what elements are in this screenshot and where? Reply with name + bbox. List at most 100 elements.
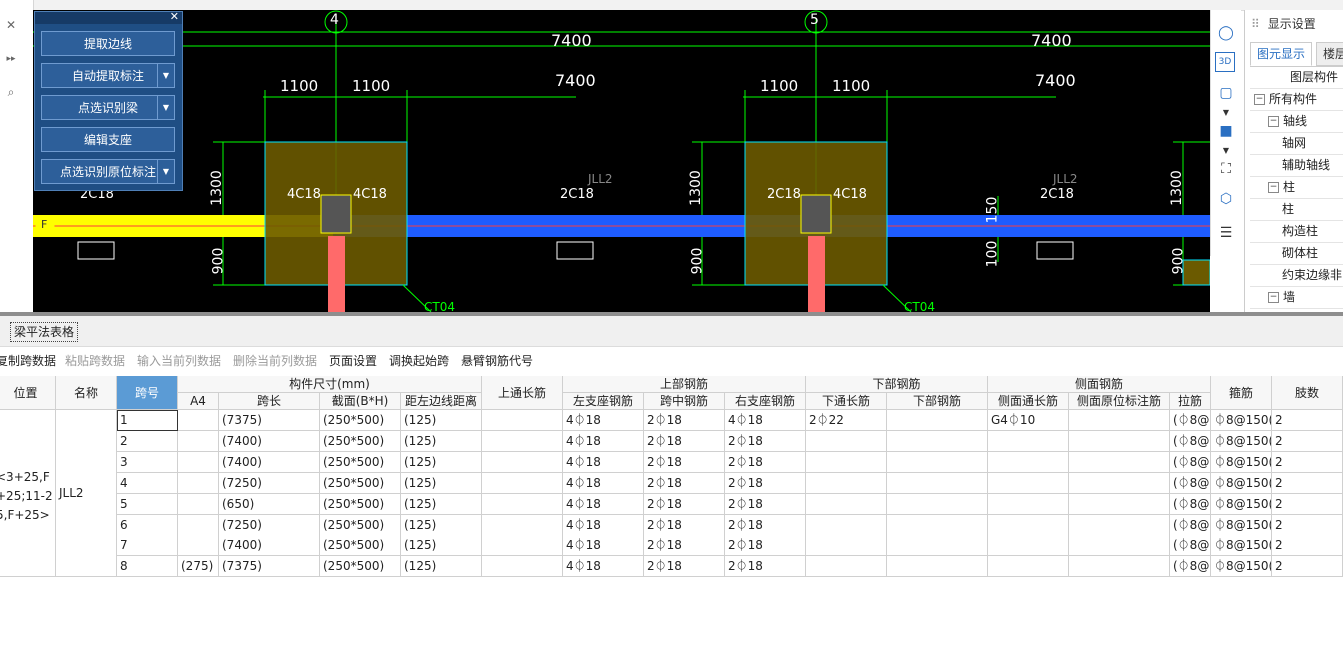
properties-icon[interactable]: ☰ — [1215, 222, 1237, 244]
cell-len[interactable]: (7375) — [219, 556, 320, 578]
cantilever-code-button[interactable]: 悬臂钢筋代号 — [461, 352, 533, 369]
extract-edge-button[interactable]: 提取边线 — [41, 31, 175, 56]
cell-sorig[interactable] — [1069, 556, 1170, 578]
cell-tie[interactable]: (⏀8@( — [1170, 493, 1211, 515]
col-header-name[interactable]: 名称 — [56, 376, 117, 410]
cell-bottom-through[interactable]: 2⏀22 — [806, 410, 887, 431]
col-header-mid-span[interactable]: 跨中钢筋 — [644, 393, 725, 410]
cell-sorig[interactable] — [1069, 430, 1170, 452]
cell-span[interactable]: 1 — [117, 410, 178, 431]
col-header-a4[interactable]: A4 — [178, 393, 219, 410]
collapse-icon[interactable]: − — [1268, 182, 1279, 193]
cell-stirrup[interactable]: ⏀8@150( — [1211, 472, 1272, 494]
col-header-bottom-through[interactable]: 下通长筋 — [806, 393, 887, 410]
cell-side-through[interactable] — [988, 556, 1069, 578]
cell-span[interactable]: 3 — [117, 451, 178, 473]
cell-mid[interactable]: 2⏀18 — [644, 430, 725, 452]
col-header-right-support[interactable]: 右支座钢筋 — [725, 393, 806, 410]
close-icon[interactable]: ✕ — [170, 10, 179, 23]
cell-left[interactable]: 4⏀18 — [563, 410, 644, 431]
cell-side-through[interactable]: G4⏀10 — [988, 410, 1069, 431]
cell-bbar[interactable] — [887, 430, 988, 452]
col-header-section[interactable]: 截面(B*H) — [320, 393, 401, 410]
tree-item[interactable]: 图层构件 — [1250, 67, 1343, 89]
cell-tie[interactable]: (⏀8@( — [1170, 556, 1211, 578]
edit-support-button[interactable]: 编辑支座 — [41, 127, 175, 152]
cell-left[interactable]: 4⏀18 — [563, 472, 644, 494]
cell-right[interactable]: 2⏀18 — [725, 472, 806, 494]
cell-mid[interactable]: 2⏀18 — [644, 451, 725, 473]
cell-section[interactable]: (250*500) — [320, 514, 401, 536]
cell-a4[interactable] — [178, 410, 219, 431]
col-header-side-through[interactable]: 侧面通长筋 — [988, 393, 1069, 410]
cell-stirrup[interactable]: ⏀8@150( — [1211, 535, 1272, 557]
tab-beam-table[interactable]: 梁平法表格 — [10, 322, 79, 342]
collapse-icon[interactable]: − — [1254, 94, 1265, 105]
tab-element-display[interactable]: 图元显示 — [1250, 42, 1313, 66]
cell-stirrup[interactable]: ⏀8@150( — [1211, 451, 1272, 473]
cell-a4[interactable] — [178, 514, 219, 536]
cell-stirrup[interactable]: ⏀8@150( — [1211, 514, 1272, 536]
col-header-left-support[interactable]: 左支座钢筋 — [563, 393, 644, 410]
cell-span[interactable]: 7 — [117, 535, 178, 557]
cell-top[interactable] — [482, 535, 563, 557]
name-cell[interactable]: JLL2 — [56, 410, 117, 577]
solid-cube-icon[interactable]: ■ — [1215, 120, 1237, 142]
cell-legs[interactable]: 2 — [1272, 410, 1343, 431]
cell-side-through[interactable] — [988, 430, 1069, 452]
cell-legs[interactable]: 2 — [1272, 493, 1343, 515]
cell-mid[interactable]: 2⏀18 — [644, 556, 725, 578]
cell-right[interactable]: 2⏀18 — [725, 493, 806, 515]
cell-top[interactable] — [482, 451, 563, 473]
cell-span[interactable]: 4 — [117, 472, 178, 494]
cell-side-through[interactable] — [988, 493, 1069, 515]
cell-top[interactable] — [482, 514, 563, 536]
box-select-icon[interactable]: ⬡ — [1215, 188, 1237, 210]
cell-legs[interactable]: 2 — [1272, 451, 1343, 473]
cell-bbar[interactable] — [887, 493, 988, 515]
cell-bottom-through[interactable] — [806, 472, 887, 494]
tree-item[interactable]: 约束边缘非 — [1250, 265, 1343, 287]
cell-tie[interactable]: (⏀8@( — [1170, 535, 1211, 557]
cell-mid[interactable]: 2⏀18 — [644, 472, 725, 494]
cube-view-icon[interactable]: ▢ — [1215, 82, 1237, 104]
cell-mid[interactable]: 2⏀18 — [644, 493, 725, 515]
cell-bottom-through[interactable] — [806, 535, 887, 557]
cell-left[interactable]: 4⏀18 — [563, 556, 644, 578]
cell-side-through[interactable] — [988, 451, 1069, 473]
col-header-offset[interactable]: 距左边线距离 — [401, 393, 482, 410]
cell-bottom-through[interactable] — [806, 514, 887, 536]
cell-stirrup[interactable]: ⏀8@150( — [1211, 493, 1272, 515]
dropdown-arrow-icon[interactable]: ▼ — [157, 160, 174, 183]
orbit-icon[interactable]: ◯ — [1215, 22, 1237, 44]
cell-tie[interactable]: (⏀8@( — [1170, 514, 1211, 536]
cell-offset[interactable]: (125) — [401, 410, 482, 431]
col-header-span-length[interactable]: 跨长 — [219, 393, 320, 410]
cell-section[interactable]: (250*500) — [320, 535, 401, 557]
cell-a4[interactable] — [178, 493, 219, 515]
cell-tie[interactable]: (⏀8@( — [1170, 410, 1211, 431]
cell-right[interactable]: 2⏀18 — [725, 514, 806, 536]
col-header-position[interactable]: 位置 — [0, 376, 56, 410]
cell-right[interactable]: 2⏀18 — [725, 535, 806, 557]
cell-bbar[interactable] — [887, 410, 988, 431]
cell-offset[interactable]: (125) — [401, 430, 482, 452]
cell-tie[interactable]: (⏀8@( — [1170, 430, 1211, 452]
collapse-icon[interactable]: − — [1268, 116, 1279, 127]
cell-top[interactable] — [482, 410, 563, 431]
pick-identify-origin-label-button[interactable]: 点选识别原位标注 ▼ — [41, 159, 175, 184]
cell-section[interactable]: (250*500) — [320, 410, 401, 431]
cell-right[interactable]: 2⏀18 — [725, 451, 806, 473]
panel-titlebar[interactable]: ✕ — [35, 10, 182, 24]
3d-view-icon[interactable]: 3D — [1215, 52, 1235, 72]
position-cell[interactable]: <3+25,F +25;11-2 5,F+25> — [0, 410, 56, 577]
cell-stirrup[interactable]: ⏀8@150( — [1211, 410, 1272, 431]
cell-sorig[interactable] — [1069, 410, 1170, 431]
col-header-span-no[interactable]: 跨号 — [117, 376, 178, 410]
cell-len[interactable]: (7400) — [219, 535, 320, 557]
tree-item[interactable]: − 所有构件 — [1250, 89, 1343, 111]
cell-len[interactable]: (650) — [219, 493, 320, 515]
col-header-side-origin[interactable]: 侧面原位标注筋 — [1069, 393, 1170, 410]
cell-sorig[interactable] — [1069, 514, 1170, 536]
cell-sorig[interactable] — [1069, 535, 1170, 557]
